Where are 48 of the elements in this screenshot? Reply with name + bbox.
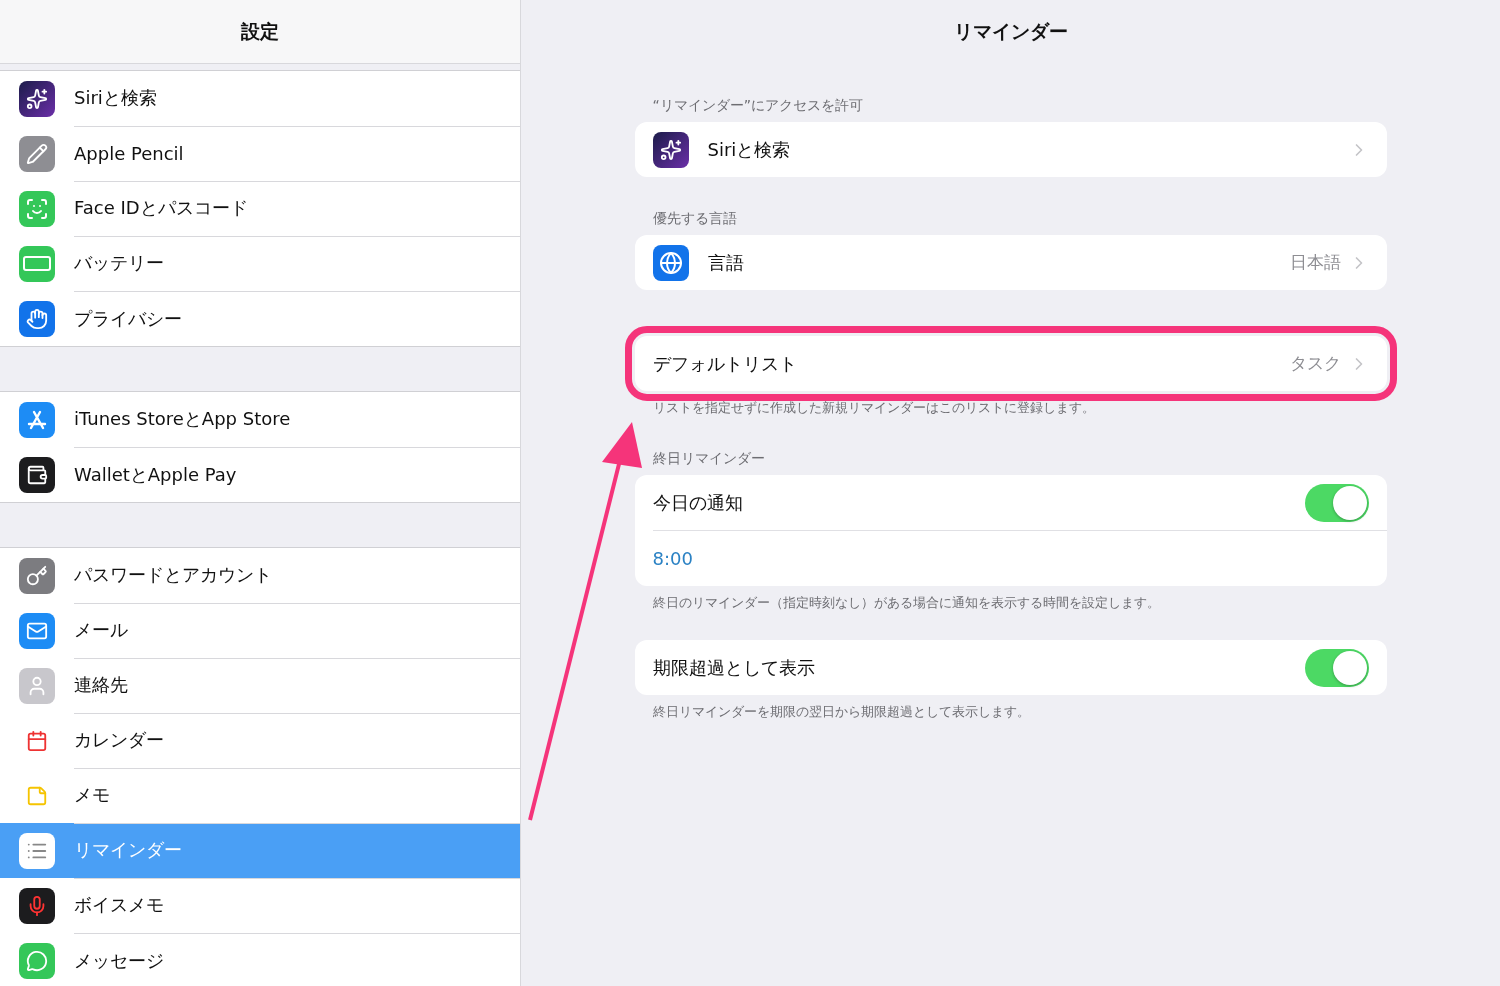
section-footer: 終日リマインダーを期限の翌日から期限超過として表示します。 [634,695,1387,721]
speech-bubble-icon [19,942,55,979]
settings-row[interactable]: Siriと検索 [634,122,1387,177]
section-footer: リストを指定せずに作成した新規リマインダーはこのリストに登録します。 [634,391,1387,417]
settings-item-label: リマインダー [74,838,182,862]
sidebar-title: 設定 [241,18,279,44]
settings-row[interactable]: デフォルトリスト タスク [634,336,1387,391]
list-icon [19,832,55,869]
settings-item-label: iTunes StoreとApp Store [74,407,291,431]
settings-item-label: パスワードとアカウント [74,563,272,587]
mail-icon [19,612,55,649]
settings-row[interactable]: 言語 日本語 [634,235,1387,290]
face-scan-icon [19,190,55,227]
row-label: 期限超過として表示 [652,655,816,680]
row-value: タスク [1289,352,1341,375]
row-label: 言語 [707,250,745,275]
settings-item-label: Apple Pencil [74,142,184,164]
section-header: 優先する言語 [651,209,738,228]
settings-item-label: WalletとApple Pay [74,462,237,487]
key-icon [19,557,55,594]
settings-item-label: メッセージ [74,948,164,973]
page-title: リマインダー [953,19,1068,44]
row-value: 日本語 [1289,251,1341,274]
settings-item-label: バッテリー [74,251,164,275]
toggle-switch[interactable] [1304,648,1369,687]
settings-item-label: Siriと検索 [74,86,157,110]
globe-icon [652,244,689,281]
row-label: 今日の通知 [652,490,744,515]
settings-item-label: Face IDとパスコード [74,196,248,220]
battery-icon [19,245,55,282]
pencil-icon [19,135,55,172]
section-header: 終日リマインダー [651,449,766,468]
settings-item-label: プライバシー [74,306,182,331]
section-header: “リマインダー”にアクセスを許可 [651,96,864,115]
wallet-icon [19,456,55,493]
row-label: Siriと検索 [707,137,792,162]
row-label: デフォルトリスト [652,351,798,376]
time-value[interactable]: 8:00 [652,548,1369,569]
settings-item-label: メール [74,618,128,642]
contact-icon [19,667,55,704]
settings-item-label: ボイスメモ [74,893,164,917]
waveform-icon [19,887,55,924]
section-footer: 終日のリマインダー（指定時刻なし）がある場合に通知を表示する時間を設定します。 [634,586,1387,612]
settings-item-label: 連絡先 [74,673,128,697]
toggle-switch[interactable] [1304,483,1369,522]
hand-icon [19,300,55,337]
settings-item-label: カレンダー [74,728,164,752]
settings-item-label: メモ [74,783,110,807]
